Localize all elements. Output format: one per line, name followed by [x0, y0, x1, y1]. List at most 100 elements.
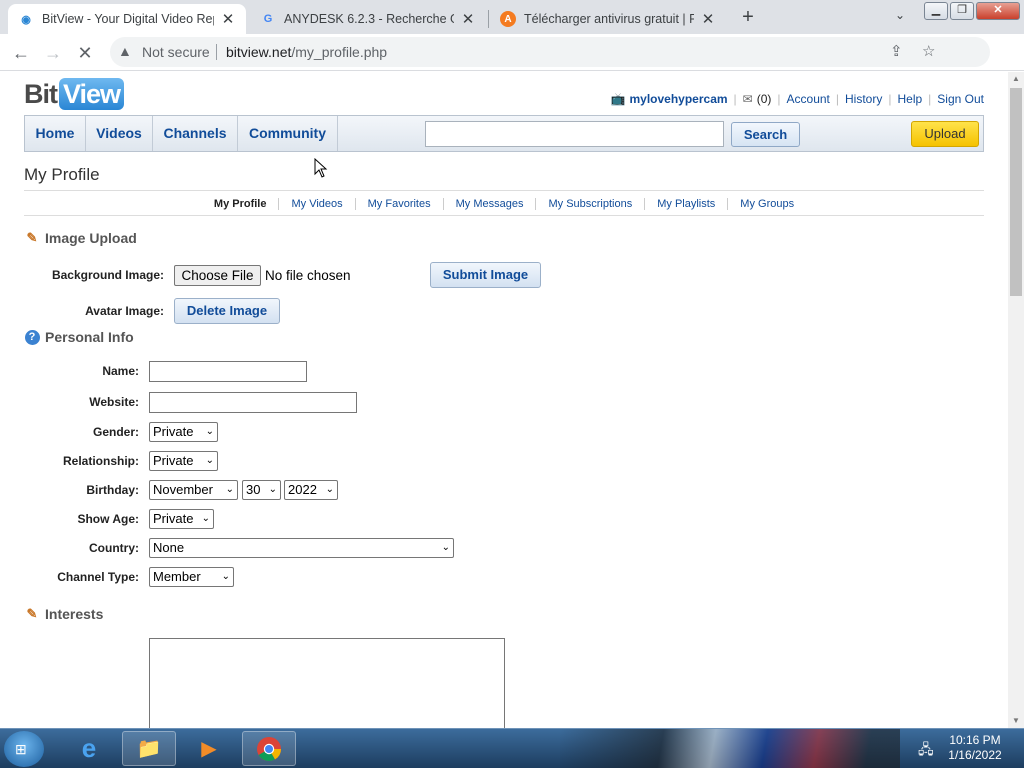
subnav-my-groups[interactable]: My Groups — [727, 197, 806, 210]
warning-triangle-icon[interactable]: ▲ — [118, 43, 132, 59]
subnav-my-profile[interactable]: My Profile — [202, 198, 279, 210]
avast-favicon-icon: A — [500, 11, 516, 27]
info-icon: ? — [24, 329, 40, 345]
website-label: Website: — [89, 395, 139, 409]
tab-search-chevron-icon[interactable]: ⌄ — [890, 8, 910, 28]
restore-window-icon[interactable]: ❐ — [950, 2, 974, 20]
tab-divider — [488, 10, 489, 28]
personal-info-heading: ? Personal Info — [24, 329, 134, 345]
subnav-my-videos[interactable]: My Videos — [278, 197, 354, 210]
section-title: Interests — [45, 606, 104, 622]
birthday-year-select[interactable]: 2022 ⌄ — [284, 480, 338, 500]
close-tab-icon[interactable]: ✕ — [460, 10, 476, 28]
page-title: My Profile — [24, 165, 100, 184]
sign-out-link[interactable]: Sign Out — [937, 92, 984, 106]
username-link[interactable]: mylovehypercam — [629, 92, 727, 106]
subnav-my-subscriptions[interactable]: My Subscriptions — [535, 197, 644, 210]
address-divider — [216, 44, 217, 60]
nav-channels[interactable]: Channels — [153, 116, 238, 151]
nav-community[interactable]: Community — [238, 116, 338, 151]
birthday-month-select[interactable]: November ⌄ — [149, 480, 238, 500]
scroll-thumb[interactable] — [1010, 88, 1022, 296]
divider — [24, 215, 984, 216]
pencil-icon: ✎ — [26, 606, 38, 621]
close-window-icon[interactable]: ✕ — [976, 2, 1020, 20]
select-value: Private — [153, 453, 194, 468]
channel-type-select[interactable]: Member ⌄ — [149, 567, 234, 587]
share-icon[interactable]: ⇪ — [890, 42, 903, 60]
divider: | — [835, 92, 840, 106]
nav-home[interactable]: Home — [25, 116, 86, 151]
network-tray-icon[interactable]: 🖧 — [918, 739, 934, 763]
pencil-icon: ✎ — [26, 230, 38, 245]
address-bar[interactable]: ▲ Not secure bitview.net/my_profile.php … — [110, 37, 990, 67]
gender-label: Gender: — [92, 425, 139, 439]
browser-tab-strip: ◉ BitView - Your Digital Video Repositor… — [0, 0, 1024, 34]
gender-select[interactable]: Private ⌄ — [149, 422, 218, 442]
birthday-day-select[interactable]: 30 ⌄ — [242, 480, 281, 500]
logo-view-text: View — [59, 78, 125, 110]
tab-title: Télécharger antivirus gratuit | Pro — [524, 12, 694, 26]
chevron-down-icon: ⌄ — [225, 484, 234, 495]
bitview-favicon-icon: ◉ — [21, 13, 31, 26]
account-link[interactable]: Account — [787, 92, 830, 106]
delete-image-button[interactable]: Delete Image — [174, 298, 280, 324]
forward-arrow-icon[interactable]: → — [40, 40, 66, 66]
stop-loading-icon[interactable]: ✕ — [72, 40, 98, 66]
country-select[interactable]: None ⌄ — [149, 538, 454, 558]
mail-envelope-icon[interactable]: ✉ — [743, 92, 753, 106]
scroll-down-arrow-icon[interactable]: ▼ — [1008, 714, 1024, 728]
minimize-window-icon[interactable]: ▁ — [924, 2, 948, 20]
history-link[interactable]: History — [845, 92, 882, 106]
nav-videos[interactable]: Videos — [86, 116, 153, 151]
subnav-my-messages[interactable]: My Messages — [442, 197, 536, 210]
close-tab-icon[interactable]: ✕ — [220, 10, 236, 28]
relationship-select[interactable]: Private ⌄ — [149, 451, 218, 471]
upload-button[interactable]: Upload — [911, 121, 979, 147]
file-status-text: No file chosen — [265, 268, 351, 283]
bitview-logo[interactable]: Bit View — [24, 77, 125, 111]
file-explorer-icon[interactable]: 📁 — [122, 731, 176, 766]
choose-file-button[interactable]: Choose File — [174, 265, 261, 286]
security-indicator[interactable]: Not secure — [142, 44, 210, 60]
tab-antivirus[interactable]: A Télécharger antivirus gratuit | Pro ✕ — [490, 4, 726, 34]
page-viewport: Bit View 📺 mylovehypercam | ✉ (0) | Acco… — [0, 72, 1008, 728]
new-tab-icon[interactable]: + — [734, 5, 762, 29]
interests-textarea[interactable] — [149, 638, 505, 728]
chevron-down-icon: ⌄ — [205, 426, 214, 437]
divider: | — [928, 92, 932, 106]
divider: | — [888, 92, 892, 106]
url-text[interactable]: bitview.net/my_profile.php — [226, 44, 387, 60]
name-field[interactable] — [149, 361, 307, 382]
subnav-my-playlists[interactable]: My Playlists — [644, 197, 727, 210]
search-input[interactable] — [425, 121, 724, 147]
submit-image-button[interactable]: Submit Image — [430, 262, 541, 288]
subnav-my-favorites[interactable]: My Favorites — [354, 197, 443, 210]
show-age-select[interactable]: Private ⌄ — [149, 509, 214, 529]
select-value: Private — [153, 511, 194, 526]
search-button[interactable]: Search — [731, 122, 800, 147]
clock-date: 1/16/2022 — [948, 748, 1002, 762]
message-count[interactable]: (0) — [757, 92, 772, 106]
chevron-down-icon: ⌄ — [205, 455, 214, 466]
media-player-icon[interactable]: ▶ — [182, 731, 236, 766]
close-tab-icon[interactable]: ✕ — [700, 10, 716, 28]
chrome-icon[interactable] — [242, 731, 296, 766]
help-link[interactable]: Help — [897, 92, 922, 106]
page-scrollbar[interactable]: ▲ ▼ — [1008, 72, 1024, 728]
scroll-up-arrow-icon[interactable]: ▲ — [1008, 72, 1024, 86]
desktop-wallpaper-peek — [560, 729, 900, 768]
start-button[interactable]: ⊞ — [4, 731, 44, 767]
system-clock[interactable]: 10:16 PM 1/16/2022 — [940, 733, 1010, 763]
bookmark-star-icon[interactable]: ☆ — [922, 42, 935, 60]
divider: | — [733, 92, 737, 106]
mouse-cursor-icon — [314, 158, 328, 178]
internet-explorer-icon[interactable]: e — [62, 731, 116, 766]
birthday-label: Birthday: — [86, 483, 139, 497]
tab-bitview[interactable]: ◉ BitView - Your Digital Video Repositor… — [8, 4, 246, 34]
tab-google-search[interactable]: G ANYDESK 6.2.3 - Recherche Google ✕ — [250, 4, 486, 34]
background-image-label: Background Image: — [51, 268, 164, 282]
back-arrow-icon[interactable]: ← — [8, 40, 34, 66]
website-field[interactable] — [149, 392, 357, 413]
section-title: Image Upload — [45, 230, 137, 246]
